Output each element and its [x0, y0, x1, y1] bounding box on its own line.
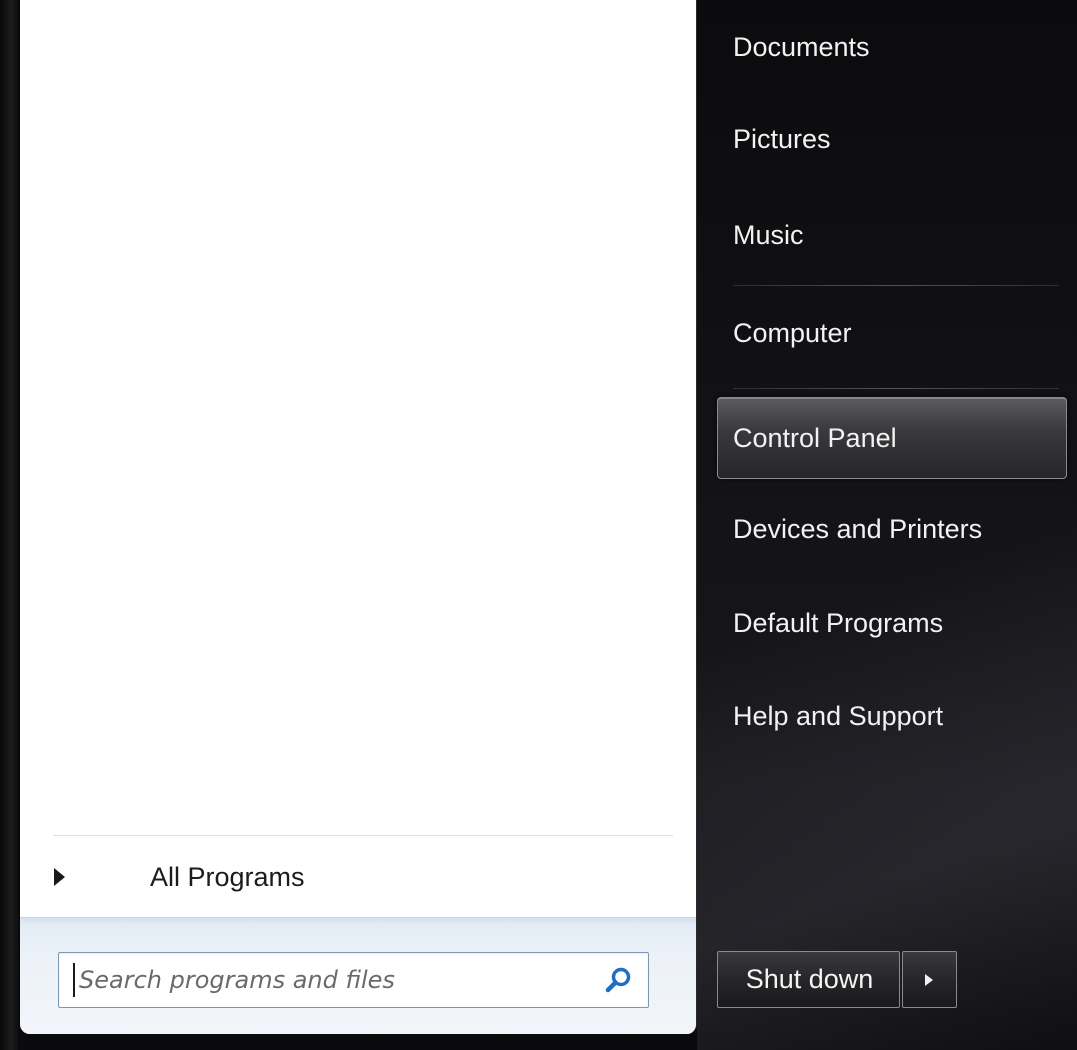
all-programs-button[interactable]: All Programs — [50, 852, 450, 904]
menu-item-label: Default Programs — [733, 608, 944, 638]
menu-item-label: Computer — [733, 318, 852, 348]
start-menu-right-pane: Documents Pictures Music Computer Contro… — [697, 0, 1077, 1050]
all-programs-label: All Programs — [150, 862, 305, 892]
shutdown-options-button[interactable] — [902, 951, 957, 1008]
programs-divider — [53, 835, 673, 836]
start-menu-left-pane: All Programs — [20, 0, 697, 1034]
menu-item-control-panel[interactable]: Control Panel — [717, 397, 1067, 479]
shutdown-button[interactable]: Shut down — [717, 951, 900, 1008]
menu-separator — [733, 285, 1059, 286]
menu-item-help-and-support[interactable]: Help and Support — [717, 675, 1067, 757]
menu-item-default-programs[interactable]: Default Programs — [717, 582, 1067, 664]
search-box[interactable] — [58, 952, 649, 1008]
menu-item-documents[interactable]: Documents — [717, 6, 1067, 88]
triangle-right-icon — [925, 974, 933, 986]
menu-separator — [733, 388, 1059, 389]
menu-item-devices-and-printers[interactable]: Devices and Printers — [717, 488, 1067, 570]
shutdown-label: Shut down — [745, 964, 874, 994]
search-input[interactable] — [79, 959, 559, 1001]
menu-item-label: Documents — [733, 32, 870, 62]
menu-item-computer[interactable]: Computer — [717, 292, 1067, 374]
search-icon[interactable] — [604, 965, 634, 995]
window-frame-edge — [0, 0, 18, 1050]
menu-item-music[interactable]: Music — [717, 194, 1067, 276]
menu-item-label: Help and Support — [733, 701, 944, 731]
menu-item-label: Control Panel — [733, 423, 897, 453]
menu-item-label: Devices and Printers — [733, 514, 983, 544]
menu-item-pictures[interactable]: Pictures — [717, 98, 1067, 180]
triangle-right-icon — [54, 868, 65, 886]
text-caret — [73, 963, 75, 997]
menu-item-label: Pictures — [733, 124, 831, 154]
menu-item-label: Music — [733, 220, 804, 250]
